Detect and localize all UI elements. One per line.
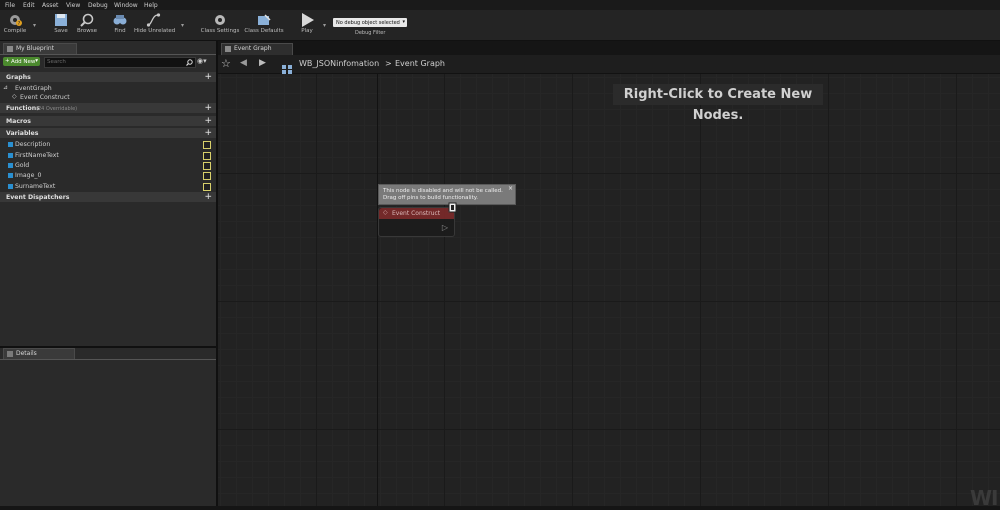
compile-dropdown-icon[interactable]: ▾	[33, 22, 36, 29]
event-icon: ◇	[12, 93, 17, 100]
variable-row[interactable]: SurnameText	[0, 181, 216, 191]
search-icon	[186, 59, 193, 66]
graph-canvas[interactable]	[218, 55, 1000, 506]
tree-item-event-construct[interactable]: ◇ Event Construct	[0, 92, 216, 102]
node-header: ◇ Event Construct ◦	[379, 208, 454, 219]
close-icon[interactable]: ×	[508, 185, 513, 192]
play-icon	[302, 13, 314, 27]
breadcrumb-current: Event Graph	[395, 59, 445, 68]
variable-type-icon	[8, 184, 13, 189]
visibility-eye-icon[interactable]	[203, 162, 211, 170]
visibility-eye-icon[interactable]	[203, 172, 211, 180]
back-arrow-icon[interactable]: ◀	[240, 58, 247, 68]
chevron-down-icon: ▾	[35, 58, 38, 64]
variable-type-icon	[8, 163, 13, 168]
graph-icon: ⊿	[3, 84, 9, 91]
hide-unrelated-dropdown-icon[interactable]: ▾	[181, 22, 184, 29]
variable-type-icon	[8, 173, 13, 178]
menu-help[interactable]: Help	[144, 2, 158, 9]
event-diamond-icon: ◇	[383, 209, 388, 216]
watermark: WI	[970, 486, 998, 510]
svg-text:?: ?	[18, 21, 21, 27]
tab-my-blueprint[interactable]: My Blueprint	[3, 43, 77, 54]
play-button[interactable]: Play	[296, 13, 318, 34]
variables-section-header[interactable]: Variables +	[0, 128, 216, 138]
compile-gear-icon: ?	[10, 15, 22, 27]
visibility-eye-icon[interactable]	[203, 183, 211, 191]
event-construct-node[interactable]: ◇ Event Construct ◦ ▷	[378, 207, 455, 237]
compile-button[interactable]: ? Compile	[3, 13, 27, 34]
play-dropdown-icon[interactable]: ▾	[323, 22, 326, 29]
disabled-node-tooltip: This node is disabled and will not be ca…	[378, 184, 516, 205]
view-options-eye-icon[interactable]: ◉▾	[197, 57, 213, 66]
class-settings-button[interactable]: Class Settings	[200, 13, 240, 34]
event-graph-icon	[225, 46, 231, 52]
browse-magnifier-icon	[80, 13, 94, 27]
add-dispatcher-plus-icon[interactable]: +	[204, 192, 212, 202]
my-blueprint-panel: My Blueprint + Add New ▾ Search ◉▾ Graph…	[0, 41, 218, 506]
breadcrumb-root[interactable]: WB_JSONinfomation	[299, 59, 379, 68]
blueprint-icon	[7, 46, 13, 52]
hide-unrelated-icon	[146, 13, 161, 27]
variable-type-icon	[8, 153, 13, 158]
graph-hint: Right-Click to Create New Nodes.	[613, 84, 823, 123]
favorite-star-icon[interactable]: ☆	[221, 57, 231, 70]
menu-asset[interactable]: Asset	[42, 2, 58, 9]
search-input[interactable]: Search	[44, 57, 196, 68]
menu-debug[interactable]: Debug	[88, 2, 108, 9]
functions-section-header[interactable]: Functions (24 Overridable) +	[0, 103, 216, 113]
menu-window[interactable]: Window	[114, 2, 138, 9]
debug-object-select[interactable]: No debug object selected ▾	[333, 18, 407, 27]
add-macro-plus-icon[interactable]: +	[204, 116, 212, 126]
variable-row[interactable]: FirstNameText	[0, 150, 216, 160]
menu-edit[interactable]: Edit	[23, 2, 35, 9]
toolbar: ? Compile ▾ Save Browse Find Hide Unrela…	[0, 10, 1000, 41]
event-dispatchers-section-header[interactable]: Event Dispatchers +	[0, 192, 216, 202]
menu-view[interactable]: View	[66, 2, 80, 9]
variable-type-icon	[8, 142, 13, 147]
graph-breadcrumb-bar: ☆ ◀ ▶ WB_JSONinfomation > Event Graph	[218, 55, 1000, 74]
add-graph-plus-icon[interactable]: +	[204, 72, 212, 82]
plus-icon: +	[5, 58, 10, 64]
find-binoculars-icon	[113, 15, 127, 25]
browse-button[interactable]: Browse	[76, 13, 98, 34]
mouse-cursor-icon	[448, 202, 457, 213]
tab-details[interactable]: Details	[3, 348, 75, 359]
menu-file[interactable]: File	[5, 2, 15, 9]
variable-row[interactable]: Description	[0, 139, 216, 149]
forward-arrow-icon[interactable]: ▶	[259, 58, 266, 68]
class-settings-gear-icon	[215, 15, 225, 25]
add-variable-plus-icon[interactable]: +	[204, 128, 212, 138]
graphs-section-header[interactable]: Graphs +	[0, 72, 216, 82]
variable-row[interactable]: Gold	[0, 160, 216, 170]
class-defaults-button[interactable]: Class Defaults	[244, 13, 284, 34]
exec-output-pin-icon[interactable]: ▷	[442, 223, 448, 232]
save-button[interactable]: Save	[51, 13, 71, 34]
visibility-eye-icon[interactable]	[203, 141, 211, 149]
add-function-plus-icon[interactable]: +	[204, 103, 212, 113]
menu-bar: File Edit Asset View Debug Window Help	[0, 0, 1000, 10]
add-new-button[interactable]: + Add New ▾	[3, 57, 40, 66]
visibility-eye-icon[interactable]	[203, 152, 211, 160]
divider	[0, 54, 216, 55]
class-defaults-icon	[258, 14, 271, 25]
details-icon	[7, 351, 13, 357]
debug-chevron-down-icon: ▾	[402, 19, 405, 25]
breadcrumb-separator: >	[385, 59, 392, 68]
find-button[interactable]: Find	[110, 13, 130, 34]
variable-row[interactable]: Image_0	[0, 170, 216, 180]
graph-tab-strip: Event Graph	[218, 41, 1000, 55]
macros-section-header[interactable]: Macros +	[0, 116, 216, 126]
graph-origin-line	[377, 73, 378, 506]
debug-filter-label: Debug Filter	[355, 30, 386, 36]
divider	[0, 359, 216, 360]
save-icon	[55, 14, 67, 26]
hide-unrelated-button[interactable]: Hide Unrelated	[134, 13, 175, 34]
tab-event-graph[interactable]: Event Graph	[221, 43, 293, 55]
blueprint-grid-icon	[282, 59, 292, 74]
